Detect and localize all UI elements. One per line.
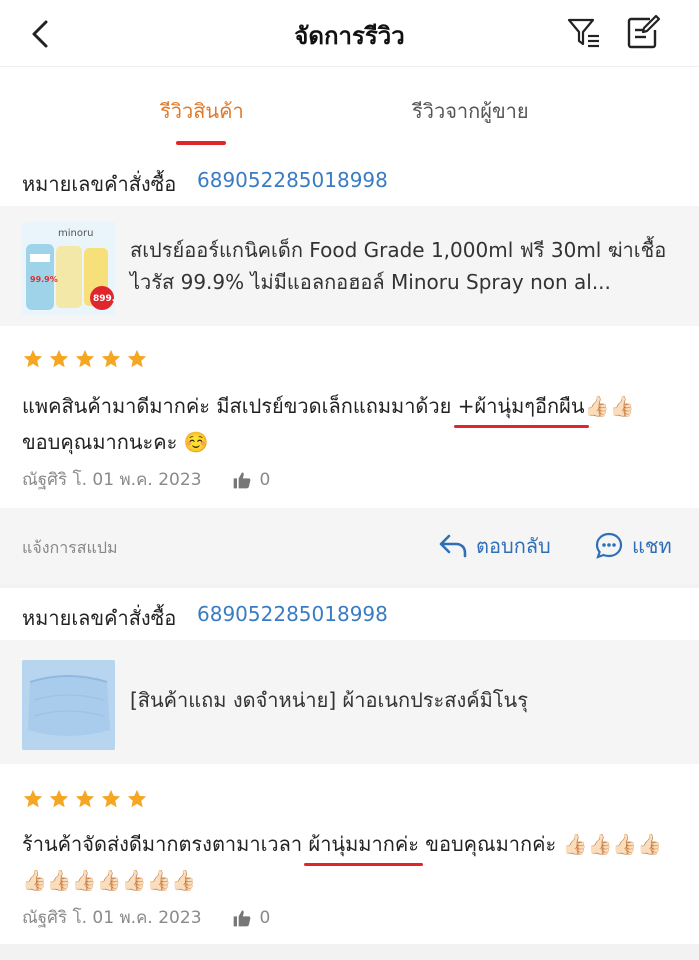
tab-seller-reviews[interactable]: รีวิวจากผู้ขาย — [412, 95, 529, 127]
review-text: แพคสินค้ามาดีมากค่ะ มีสเปรย์ขวดเล็กแถมมา… — [22, 388, 687, 460]
product-card[interactable]: [สินค้าแถม งดจำหน่าย] ผ้าอเนกประสงค์มิโน… — [0, 640, 699, 764]
edit-note-icon — [627, 14, 661, 49]
review-tabs: รีวิวสินค้า รีวิวจากผู้ขาย — [0, 66, 699, 154]
order-number-link[interactable]: 689052285018998 — [197, 602, 388, 626]
review-text: ร้านค้าจัดส่งดีมากตรงตามาเวลา ผ้านุ่มมาก… — [22, 826, 687, 898]
reply-button[interactable]: ตอบกลับ — [438, 530, 551, 562]
filter-icon — [567, 18, 599, 48]
chat-button[interactable]: แชท — [594, 530, 672, 562]
svg-text:minoru: minoru — [58, 228, 93, 239]
product-title: [สินค้าแถม งดจำหน่าย] ผ้าอเนกประสงค์มิโน… — [130, 688, 528, 712]
star-icon — [101, 349, 121, 368]
star-icon — [23, 349, 43, 368]
star-rating — [22, 788, 148, 810]
star-icon — [75, 789, 95, 808]
active-tab-indicator — [176, 141, 226, 145]
review-actions: แจ้งการสแปม ตอบกลับ แชท — [0, 508, 699, 584]
order-label: หมายเลขคำสั่งซื้อ — [22, 172, 177, 196]
order-row: หมายเลขคำสั่งซื้อ 689052285018998 — [0, 154, 699, 206]
review-meta: ณัฐศิริ โ. 01 พ.ค. 2023 0 — [22, 466, 270, 493]
star-rating — [22, 348, 148, 370]
star-icon — [127, 349, 147, 368]
star-icon — [127, 789, 147, 808]
review-text-part: แพคสินค้ามาดีมากค่ะ มีสเปรย์ขวดเล็กแถมมา… — [22, 394, 458, 418]
top-header: จัดการรีวิว — [0, 0, 699, 66]
thumbs-up-icon[interactable] — [232, 908, 252, 928]
review-text-part: ร้านค้าจัดส่งดีมากตรงตามาเวลา — [22, 832, 309, 856]
order-label: หมายเลขคำสั่งซื้อ — [22, 606, 177, 630]
highlighted-text: ผ้านุ่มมากค่ะ — [304, 826, 424, 866]
like-count: 0 — [259, 907, 271, 928]
review-content: ร้านค้าจัดส่งดีมากตรงตามาเวลา ผ้านุ่มมาก… — [0, 764, 699, 944]
order-row: หมายเลขคำสั่งซื้อ 689052285018998 — [0, 588, 699, 640]
svg-text:99.9%: 99.9% — [30, 275, 58, 284]
like-count: 0 — [259, 469, 271, 490]
star-icon — [101, 789, 121, 808]
order-number-link[interactable]: 689052285018998 — [197, 168, 388, 192]
review-meta: ณัฐศิริ โ. 01 พ.ค. 2023 0 — [22, 904, 270, 931]
edit-button[interactable] — [624, 14, 662, 52]
reply-label: ตอบกลับ — [476, 534, 551, 558]
filter-button[interactable] — [566, 15, 602, 51]
reviewer-date: ณัฐศิริ โ. 01 พ.ค. 2023 — [22, 470, 202, 490]
svg-text:899.: 899. — [93, 294, 115, 304]
reply-arrow-icon — [439, 534, 467, 558]
report-spam-link[interactable]: แจ้งการสแปม — [22, 536, 118, 561]
product-card[interactable]: minoru 99.9% 899. สเปรย์ออร์แกนิคเด็ก Fo… — [0, 206, 699, 326]
star-icon — [75, 349, 95, 368]
product-title: สเปรย์ออร์แกนิคเด็ก Food Grade 1,000ml ฟ… — [130, 238, 667, 294]
thumbs-up-icon[interactable] — [232, 470, 252, 490]
chat-label: แชท — [632, 534, 672, 558]
star-icon — [23, 789, 43, 808]
star-icon — [49, 349, 69, 368]
product-thumbnail — [22, 660, 115, 750]
product-thumbnail: minoru 99.9% 899. — [22, 222, 115, 315]
star-icon — [49, 789, 69, 808]
tab-product-reviews[interactable]: รีวิวสินค้า — [160, 95, 244, 127]
highlighted-text: +ผ้านุ่มๆอีกผืน — [453, 388, 589, 428]
review-content: แพคสินค้ามาดีมากค่ะ มีสเปรย์ขวดเล็กแถมมา… — [0, 326, 699, 508]
chat-bubble-icon — [595, 532, 623, 559]
reviewer-date: ณัฐศิริ โ. 01 พ.ค. 2023 — [22, 908, 202, 928]
